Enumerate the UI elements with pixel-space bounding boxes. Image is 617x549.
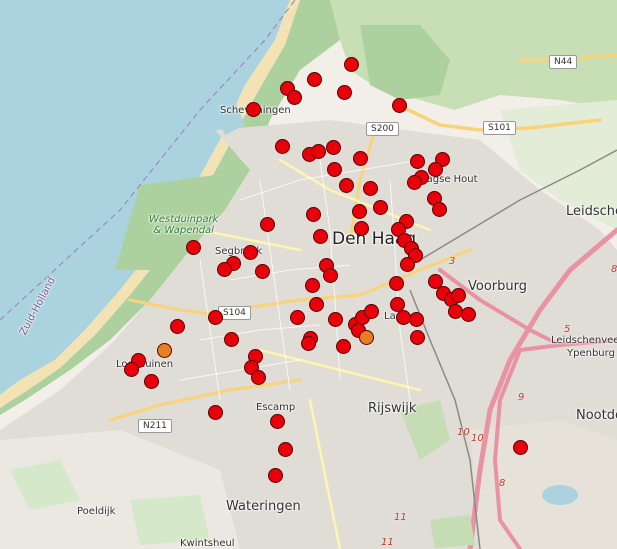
map-marker[interactable]	[451, 288, 466, 303]
map-marker[interactable]	[337, 85, 352, 100]
map-marker[interactable]	[407, 175, 422, 190]
map-marker-orange[interactable]	[359, 330, 374, 345]
map-marker[interactable]	[327, 162, 342, 177]
map-marker[interactable]	[353, 151, 368, 166]
map-marker[interactable]	[344, 57, 359, 72]
map-marker[interactable]	[400, 257, 415, 272]
road-shield-r9: 9	[518, 392, 525, 403]
map-marker[interactable]	[305, 278, 320, 293]
map-marker[interactable]	[224, 332, 239, 347]
map-marker[interactable]	[217, 262, 232, 277]
map-marker[interactable]	[208, 405, 223, 420]
map-marker[interactable]	[313, 229, 328, 244]
map-marker[interactable]	[306, 207, 321, 222]
map-marker[interactable]	[144, 374, 159, 389]
road-shield-r8: 8	[611, 264, 617, 275]
map-marker[interactable]	[328, 312, 343, 327]
road-shield-r10b: 10	[471, 433, 484, 444]
map-marker[interactable]	[339, 178, 354, 193]
map-marker[interactable]	[246, 102, 261, 117]
map-marker-orange[interactable]	[157, 343, 172, 358]
map-marker[interactable]	[428, 162, 443, 177]
map-marker[interactable]	[270, 414, 285, 429]
map-marker[interactable]	[124, 362, 139, 377]
road-shield-n211: N211	[138, 419, 172, 433]
map-marker[interactable]	[364, 304, 379, 319]
map-marker[interactable]	[311, 144, 326, 159]
map-marker[interactable]	[336, 339, 351, 354]
map-marker[interactable]	[410, 330, 425, 345]
map-marker[interactable]	[208, 310, 223, 325]
road-shield-r5: 5	[564, 324, 571, 335]
map-marker[interactable]	[301, 336, 316, 351]
map-marker[interactable]	[251, 370, 266, 385]
map-marker[interactable]	[409, 312, 424, 327]
map-marker[interactable]	[278, 442, 293, 457]
road-shield-s200: S200	[366, 122, 399, 136]
map-view[interactable]: Den HaagScheveningenHaagse HoutLeidschen…	[0, 0, 617, 549]
map-marker[interactable]	[290, 310, 305, 325]
map-marker[interactable]	[410, 154, 425, 169]
map-marker[interactable]	[287, 90, 302, 105]
map-marker[interactable]	[275, 139, 290, 154]
map-marker[interactable]	[186, 240, 201, 255]
map-marker[interactable]	[354, 221, 369, 236]
road-shield-r11b: 11	[381, 537, 394, 548]
road-shield-n44: N44	[549, 55, 578, 69]
map-marker[interactable]	[243, 245, 258, 260]
map-marker[interactable]	[170, 319, 185, 334]
road-shield-r11: 11	[394, 512, 407, 523]
map-marker[interactable]	[389, 276, 404, 291]
map-marker[interactable]	[309, 297, 324, 312]
map-marker[interactable]	[326, 140, 341, 155]
road-shield-s101: S101	[483, 121, 516, 135]
road-shield-r8b: 8	[499, 478, 506, 489]
map-marker[interactable]	[461, 307, 476, 322]
road-shield-r3: 3	[449, 256, 456, 267]
map-marker[interactable]	[323, 268, 338, 283]
map-marker[interactable]	[260, 217, 275, 232]
map-marker[interactable]	[255, 264, 270, 279]
map-marker[interactable]	[307, 72, 322, 87]
map-marker[interactable]	[352, 204, 367, 219]
map-marker[interactable]	[513, 440, 528, 455]
map-marker[interactable]	[363, 181, 378, 196]
map-marker[interactable]	[432, 202, 447, 217]
map-marker[interactable]	[268, 468, 283, 483]
map-marker[interactable]	[392, 98, 407, 113]
map-marker[interactable]	[373, 200, 388, 215]
